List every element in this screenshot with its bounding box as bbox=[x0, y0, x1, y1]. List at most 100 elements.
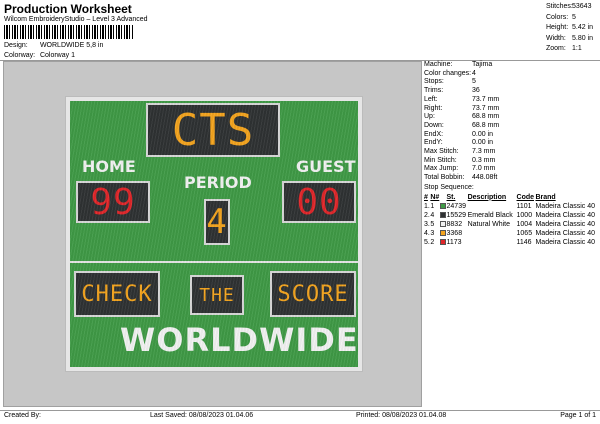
info-value: 0.00 in bbox=[472, 130, 494, 138]
design-row: Design: WORLDWIDE 5,8 in bbox=[4, 42, 103, 49]
cell-brand: Madeira Classic 40 bbox=[535, 212, 595, 220]
stat-row: Height: 5.42 in bbox=[546, 23, 593, 34]
barcode bbox=[4, 25, 134, 39]
cell-code: 1101 bbox=[516, 203, 532, 211]
worldwide-text: WORLDWIDE bbox=[120, 321, 359, 359]
table-row: 2. 4 15529 Emerald Black 1000 Madeira Classic… bbox=[424, 211, 600, 220]
color-swatch bbox=[440, 239, 447, 246]
info-label: Total Bobbin: bbox=[424, 174, 465, 182]
info-label: EndY: bbox=[424, 139, 443, 147]
col-header: Brand bbox=[535, 193, 556, 201]
color-swatch-cell bbox=[440, 229, 447, 238]
col-header: Description bbox=[467, 193, 507, 201]
design-label: Design: bbox=[4, 42, 28, 49]
info-value: 0.00 in bbox=[472, 139, 494, 147]
col-header: Code bbox=[516, 193, 535, 201]
created-by: Created By: bbox=[4, 412, 41, 419]
cell-desc bbox=[468, 229, 517, 238]
info-value: 36 bbox=[472, 87, 480, 95]
cell-brand: Madeira Classic 40 bbox=[535, 221, 595, 229]
info-row: Right: 73.7 mm bbox=[424, 105, 600, 114]
cell-code: 1000 bbox=[516, 212, 533, 220]
info-row: Max Jump: 7.0 mm bbox=[424, 165, 600, 174]
cell-code: 1065 bbox=[516, 230, 533, 238]
cell-brand: Madeira Classic 40 bbox=[535, 203, 595, 211]
color-swatch bbox=[440, 203, 447, 210]
info-label: EndX: bbox=[424, 130, 444, 138]
cell-code: 1146 bbox=[516, 239, 532, 247]
cell-desc bbox=[468, 202, 517, 211]
color-swatch-cell bbox=[440, 238, 447, 247]
check-display: CHECK bbox=[74, 271, 160, 317]
stat-row: Width: 5.80 in bbox=[546, 34, 593, 45]
stat-value: 5.42 in bbox=[572, 24, 594, 31]
worksheet-title: Production Worksheet bbox=[4, 2, 132, 16]
cell-st: 15529 bbox=[446, 212, 466, 220]
info-row: Color changes: 4 bbox=[424, 70, 600, 79]
cell-st: 24739 bbox=[446, 203, 466, 211]
cell-n: 2 bbox=[430, 239, 435, 247]
info-value: 7.3 mm bbox=[472, 148, 496, 156]
design-value: WORLDWIDE 5,8 in bbox=[39, 42, 104, 49]
info-label: Up: bbox=[424, 113, 435, 121]
stat-row: Stitches: 53643 bbox=[546, 2, 593, 13]
stop-sequence-table: # N# St. Description Code Brand 1. 1 24739… bbox=[424, 194, 600, 248]
info-row: Left: 73.7 mm bbox=[424, 96, 600, 105]
software-subtitle: Wilcom EmbroideryStudio – Level 3 Advanc… bbox=[4, 16, 148, 23]
stat-row: Zoom: 1:1 bbox=[546, 44, 593, 55]
embroidery-patch: CTS HOME GUEST PERIOD 99 00 4 CHECK THE … bbox=[66, 97, 362, 371]
info-value: 73.7 mm bbox=[472, 95, 500, 103]
table-header-row: # N# St. Description Code Brand bbox=[424, 194, 600, 203]
period-display: 4 bbox=[204, 199, 230, 245]
cts-display: CTS bbox=[146, 103, 280, 157]
stat-value: 1:1 bbox=[572, 45, 582, 52]
color-swatch-cell bbox=[440, 202, 447, 211]
page-number: Page 1 of 1 bbox=[560, 412, 596, 419]
stat-label: Width: bbox=[546, 34, 566, 42]
colorway-row: Colorway: Colorway 1 bbox=[4, 52, 75, 59]
color-swatch bbox=[440, 230, 447, 237]
cell-desc: Natural White bbox=[467, 221, 511, 229]
cell-st: 1173 bbox=[446, 239, 462, 247]
cell-n: 4 bbox=[430, 212, 435, 220]
info-row: Machine: Tajima bbox=[424, 61, 600, 70]
stat-value: 5 bbox=[572, 13, 576, 21]
col-header: N# bbox=[430, 193, 440, 201]
info-row: Down: 68.8 mm bbox=[424, 122, 600, 131]
table-row: 3. 5 8832 Natural White 1004 Madeira Classic … bbox=[424, 220, 600, 229]
period-label: PERIOD bbox=[184, 173, 252, 192]
info-row: Max Stitch: 7.3 mm bbox=[424, 148, 600, 157]
home-label: HOME bbox=[82, 157, 136, 176]
table-row: 5. 2 1173 1146 Madeira Classic 40 bbox=[424, 238, 600, 247]
info-value: Tajima bbox=[472, 61, 493, 68]
info-label: Right: bbox=[424, 104, 443, 112]
stat-label: Zoom: bbox=[546, 45, 566, 52]
info-label: Down: bbox=[424, 121, 444, 129]
info-value: 5 bbox=[472, 78, 476, 86]
cell-n: 5 bbox=[430, 221, 435, 229]
info-row: Up: 68.8 mm bbox=[424, 113, 600, 122]
info-row: Stops: 5 bbox=[424, 78, 600, 87]
info-row: Trims: 36 bbox=[424, 87, 600, 96]
design-preview[interactable]: CTS HOME GUEST PERIOD 99 00 4 CHECK THE … bbox=[3, 61, 422, 407]
color-swatch-cell bbox=[440, 220, 447, 229]
last-saved: Last Saved: 08/08/2023 01.04.06 bbox=[150, 412, 254, 419]
guest-label: GUEST bbox=[296, 157, 356, 176]
table-row: 4. 3 3368 1065 Madeira Classic 40 bbox=[424, 229, 600, 238]
info-value: 448.08ft bbox=[472, 174, 498, 182]
cell-code: 1004 bbox=[516, 221, 533, 229]
stat-value: 5.80 in bbox=[572, 34, 594, 42]
cell-brand: Madeira Classic 40 bbox=[535, 239, 595, 247]
cell-desc: Emerald Black bbox=[467, 212, 513, 220]
info-row: EndX: 0.00 in bbox=[424, 131, 600, 140]
color-swatch-cell bbox=[440, 211, 447, 220]
info-row: Total Bobbin: 448.08ft bbox=[424, 174, 600, 183]
stop-sequence-title: Stop Sequence: bbox=[424, 183, 474, 191]
info-value: 68.8 mm bbox=[472, 113, 500, 121]
footer-divider bbox=[0, 410, 600, 411]
cell-desc bbox=[468, 238, 517, 247]
info-value: 73.7 mm bbox=[472, 104, 500, 112]
info-value: 7.0 mm bbox=[472, 165, 496, 173]
colorway-value: Colorway 1 bbox=[39, 52, 75, 59]
stat-row: Colors: 5 bbox=[546, 13, 593, 24]
